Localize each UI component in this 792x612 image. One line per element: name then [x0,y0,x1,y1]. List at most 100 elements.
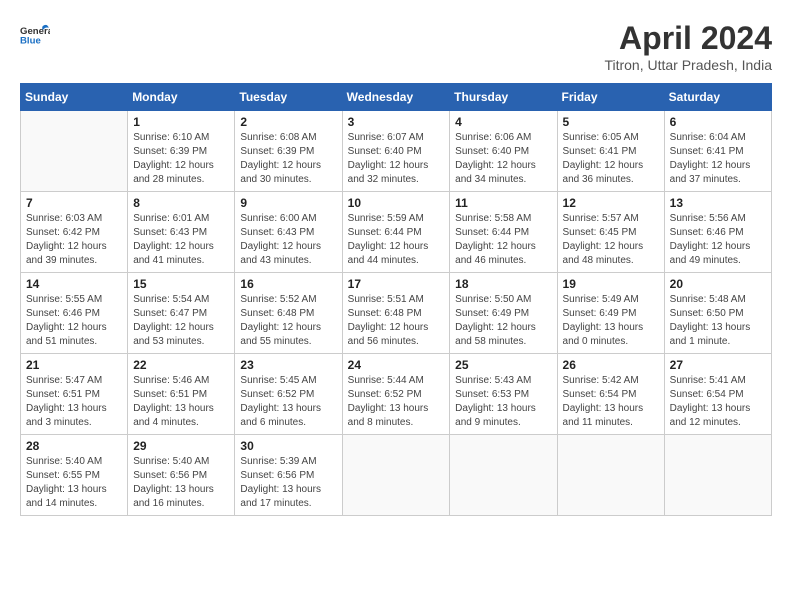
day-number: 28 [26,439,122,453]
day-number: 22 [133,358,229,372]
calendar-cell: 6 Sunrise: 6:04 AM Sunset: 6:41 PM Daylig… [664,111,771,192]
day-info: Sunrise: 5:57 AM Sunset: 6:45 PM Dayligh… [563,212,659,268]
calendar-table: SundayMondayTuesdayWednesdayThursdayFrid… [20,83,772,516]
calendar-cell: 17 Sunrise: 5:51 AM Sunset: 6:48 PM Dayli… [342,273,450,354]
calendar-cell: 14 Sunrise: 5:55 AM Sunset: 6:46 PM Dayli… [21,273,128,354]
day-info: Sunrise: 5:41 AM Sunset: 6:54 PM Dayligh… [670,374,766,430]
day-info: Sunrise: 5:52 AM Sunset: 6:48 PM Dayligh… [240,293,336,349]
day-info: Sunrise: 5:49 AM Sunset: 6:49 PM Dayligh… [563,293,659,349]
day-number: 6 [670,115,766,129]
day-info: Sunrise: 5:54 AM Sunset: 6:47 PM Dayligh… [133,293,229,349]
day-info: Sunrise: 6:07 AM Sunset: 6:40 PM Dayligh… [348,131,445,187]
day-info: Sunrise: 5:43 AM Sunset: 6:53 PM Dayligh… [455,374,551,430]
title-area: April 2024 Titron, Uttar Pradesh, India [604,20,772,73]
day-number: 12 [563,196,659,210]
day-number: 14 [26,277,122,291]
calendar-cell: 11 Sunrise: 5:58 AM Sunset: 6:44 PM Dayli… [450,192,557,273]
calendar-cell: 9 Sunrise: 6:00 AM Sunset: 6:43 PM Daylig… [235,192,342,273]
day-number: 21 [26,358,122,372]
day-info: Sunrise: 5:47 AM Sunset: 6:51 PM Dayligh… [26,374,122,430]
day-info: Sunrise: 5:58 AM Sunset: 6:44 PM Dayligh… [455,212,551,268]
day-info: Sunrise: 5:39 AM Sunset: 6:56 PM Dayligh… [240,455,336,511]
calendar-cell: 29 Sunrise: 5:40 AM Sunset: 6:56 PM Dayli… [128,435,235,516]
day-info: Sunrise: 5:50 AM Sunset: 6:49 PM Dayligh… [455,293,551,349]
calendar-cell [21,111,128,192]
day-info: Sunrise: 5:48 AM Sunset: 6:50 PM Dayligh… [670,293,766,349]
day-header-wednesday: Wednesday [342,84,450,111]
calendar-cell [450,435,557,516]
day-number: 13 [670,196,766,210]
day-number: 11 [455,196,551,210]
day-number: 10 [348,196,445,210]
day-header-saturday: Saturday [664,84,771,111]
calendar-cell: 26Sunrise: 5:42 AM Sunset: 6:54 PM Dayli… [557,354,664,435]
calendar-cell: 22 Sunrise: 5:46 AM Sunset: 6:51 PM Dayli… [128,354,235,435]
day-number: 23 [240,358,336,372]
week-row-4: 21 Sunrise: 5:47 AM Sunset: 6:51 PM Dayli… [21,354,772,435]
day-number: 24 [348,358,445,372]
day-header-tuesday: Tuesday [235,84,342,111]
day-info: Sunrise: 6:08 AM Sunset: 6:39 PM Dayligh… [240,131,336,187]
calendar-cell: 19 Sunrise: 5:49 AM Sunset: 6:49 PM Dayli… [557,273,664,354]
sub-title: Titron, Uttar Pradesh, India [604,57,772,73]
day-info: Sunrise: 5:44 AM Sunset: 6:52 PM Dayligh… [348,374,445,430]
calendar-cell: 24 Sunrise: 5:44 AM Sunset: 6:52 PM Dayli… [342,354,450,435]
calendar-cell: 27 Sunrise: 5:41 AM Sunset: 6:54 PM Dayli… [664,354,771,435]
calendar-cell [342,435,450,516]
day-number: 20 [670,277,766,291]
day-info: Sunrise: 6:01 AM Sunset: 6:43 PM Dayligh… [133,212,229,268]
day-header-friday: Friday [557,84,664,111]
calendar-cell: 7Sunrise: 6:03 AM Sunset: 6:42 PM Daylig… [21,192,128,273]
day-info: Sunrise: 5:56 AM Sunset: 6:46 PM Dayligh… [670,212,766,268]
day-number: 5 [563,115,659,129]
day-info: Sunrise: 5:55 AM Sunset: 6:46 PM Dayligh… [26,293,122,349]
day-info: Sunrise: 5:46 AM Sunset: 6:51 PM Dayligh… [133,374,229,430]
day-info: Sunrise: 6:03 AM Sunset: 6:42 PM Dayligh… [26,212,122,268]
day-header-monday: Monday [128,84,235,111]
day-number: 19 [563,277,659,291]
day-info: Sunrise: 6:04 AM Sunset: 6:41 PM Dayligh… [670,131,766,187]
day-number: 25 [455,358,551,372]
day-info: Sunrise: 5:40 AM Sunset: 6:55 PM Dayligh… [26,455,122,511]
day-info: Sunrise: 5:51 AM Sunset: 6:48 PM Dayligh… [348,293,445,349]
calendar-cell: 10 Sunrise: 5:59 AM Sunset: 6:44 PM Dayli… [342,192,450,273]
calendar-cell: 2 Sunrise: 6:08 AM Sunset: 6:39 PM Daylig… [235,111,342,192]
week-row-3: 14 Sunrise: 5:55 AM Sunset: 6:46 PM Dayli… [21,273,772,354]
calendar-cell: 12 Sunrise: 5:57 AM Sunset: 6:45 PM Dayli… [557,192,664,273]
calendar-cell: 3 Sunrise: 6:07 AM Sunset: 6:40 PM Daylig… [342,111,450,192]
generalblue-logo-icon: General Blue [20,20,50,50]
day-info: Sunrise: 6:10 AM Sunset: 6:39 PM Dayligh… [133,131,229,187]
day-info: Sunrise: 5:45 AM Sunset: 6:52 PM Dayligh… [240,374,336,430]
calendar-cell: 4Sunrise: 6:06 AM Sunset: 6:40 PM Daylig… [450,111,557,192]
calendar-cell: 18Sunrise: 5:50 AM Sunset: 6:49 PM Dayli… [450,273,557,354]
day-header-sunday: Sunday [21,84,128,111]
day-number: 3 [348,115,445,129]
day-info: Sunrise: 5:40 AM Sunset: 6:56 PM Dayligh… [133,455,229,511]
calendar-cell: 25 Sunrise: 5:43 AM Sunset: 6:53 PM Dayli… [450,354,557,435]
day-info: Sunrise: 5:59 AM Sunset: 6:44 PM Dayligh… [348,212,445,268]
calendar-cell: 13 Sunrise: 5:56 AM Sunset: 6:46 PM Dayli… [664,192,771,273]
calendar-cell: 5 Sunrise: 6:05 AM Sunset: 6:41 PM Daylig… [557,111,664,192]
day-number: 29 [133,439,229,453]
logo: General Blue [20,20,50,50]
week-row-1: 1 Sunrise: 6:10 AM Sunset: 6:39 PM Daylig… [21,111,772,192]
day-number: 2 [240,115,336,129]
week-row-5: 28 Sunrise: 5:40 AM Sunset: 6:55 PM Dayli… [21,435,772,516]
svg-text:Blue: Blue [20,35,41,46]
day-info: Sunrise: 6:06 AM Sunset: 6:40 PM Dayligh… [455,131,551,187]
day-number: 1 [133,115,229,129]
header-row: SundayMondayTuesdayWednesdayThursdayFrid… [21,84,772,111]
day-number: 27 [670,358,766,372]
calendar-cell: 16 Sunrise: 5:52 AM Sunset: 6:48 PM Dayli… [235,273,342,354]
day-number: 17 [348,277,445,291]
day-number: 16 [240,277,336,291]
header: General Blue April 2024 Titron, Uttar Pr… [20,20,772,73]
day-number: 15 [133,277,229,291]
calendar-cell: 8Sunrise: 6:01 AM Sunset: 6:43 PM Daylig… [128,192,235,273]
calendar-cell: 1 Sunrise: 6:10 AM Sunset: 6:39 PM Daylig… [128,111,235,192]
day-info: Sunrise: 6:05 AM Sunset: 6:41 PM Dayligh… [563,131,659,187]
day-number: 30 [240,439,336,453]
day-header-thursday: Thursday [450,84,557,111]
day-number: 9 [240,196,336,210]
day-info: Sunrise: 6:00 AM Sunset: 6:43 PM Dayligh… [240,212,336,268]
